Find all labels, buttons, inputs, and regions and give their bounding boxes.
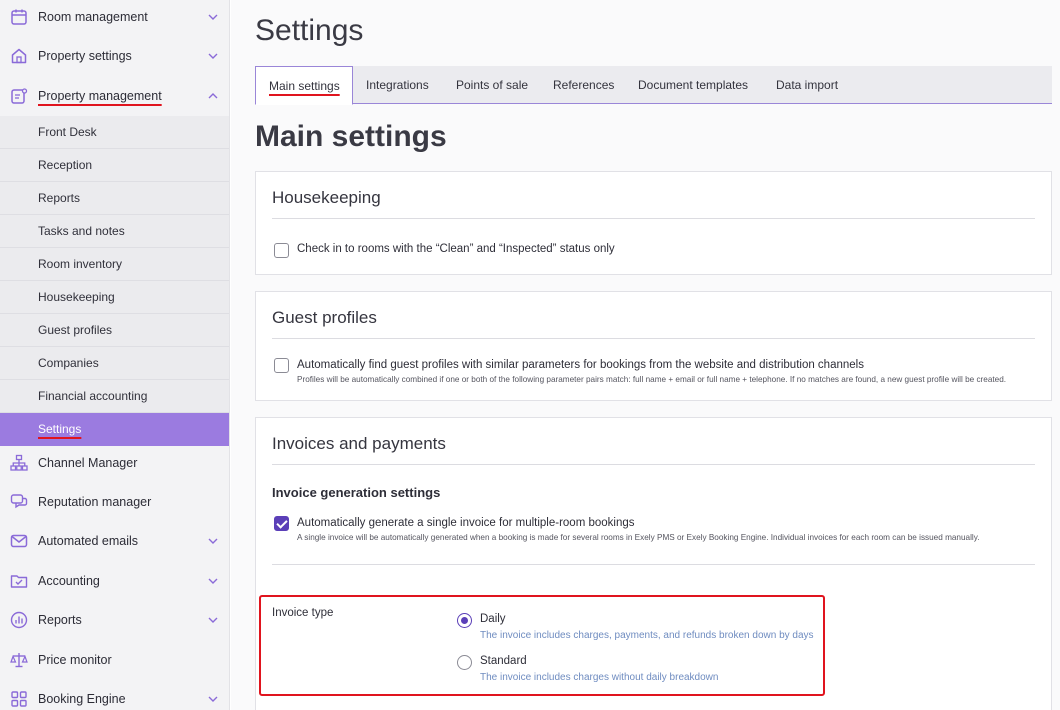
sidebar-item-room-management[interactable]: Room management: [0, 7, 229, 27]
sidebar-item-channel-manager[interactable]: Channel Manager: [0, 453, 229, 473]
tab-label: Integrations: [366, 78, 429, 92]
tab-label: Document templates: [638, 78, 749, 92]
clean-inspected-checkbox[interactable]: [274, 243, 289, 258]
auto-find-profiles-checkbox[interactable]: [274, 358, 289, 373]
house-icon: [9, 46, 29, 66]
checkbox-label: Automatically generate a single invoice …: [297, 517, 635, 529]
scales-icon: [9, 650, 29, 670]
chat-icon: [9, 492, 29, 512]
guest-profiles-card: Guest profiles Automatically find guest …: [255, 291, 1052, 401]
sidebar-subitem-settings[interactable]: Settings: [0, 413, 229, 446]
sidebar-subitem-guest-profiles[interactable]: Guest profiles: [0, 314, 229, 347]
clipboard-icon: [9, 86, 29, 106]
checkbox-label: Automatically find guest profiles with s…: [297, 359, 864, 371]
invoice-type-standard-radio[interactable]: [457, 655, 472, 670]
sidebar-subitem-label: Tasks and notes: [38, 224, 125, 238]
chevron-down-icon: [208, 694, 218, 704]
card-title: Invoices and payments: [272, 434, 446, 453]
tab-label: Points of sale: [456, 78, 529, 92]
tab-references[interactable]: References: [553, 66, 614, 104]
sidebar-item-label: Accounting: [38, 574, 100, 588]
sidebar-subitem-room-inventory[interactable]: Room inventory: [0, 248, 229, 281]
sidebar-item-booking-engine[interactable]: Booking Engine: [0, 689, 229, 709]
sidebar-item-label: Property settings: [38, 49, 132, 63]
sidebar-subitem-reports[interactable]: Reports: [0, 182, 229, 215]
chevron-down-icon: [208, 615, 218, 625]
sidebar-subitem-tasks-and-notes[interactable]: Tasks and notes: [0, 215, 229, 248]
tab-points-of-sale[interactable]: Points of sale: [456, 66, 528, 104]
checkbox-label: Check in to rooms with the “Clean” and “…: [297, 243, 615, 255]
sidebar-item-label: Channel Manager: [38, 456, 138, 470]
sidebar-subitem-label: Settings: [38, 422, 82, 436]
chevron-down-icon: [208, 576, 218, 586]
grid-icon: [9, 689, 29, 709]
tab-label: References: [553, 78, 615, 92]
tab-label: Data import: [776, 78, 839, 92]
sidebar-subitem-label: Reception: [38, 158, 93, 172]
sidebar-item-property-settings[interactable]: Property settings: [0, 46, 229, 66]
chart-icon: [9, 610, 29, 630]
chevron-down-icon: [208, 536, 218, 546]
sidebar-item-accounting[interactable]: Accounting: [0, 571, 229, 591]
sidebar-subitem-housekeeping[interactable]: Housekeeping: [0, 281, 229, 314]
divider: [272, 338, 1035, 339]
sidebar-item-label: Reputation manager: [38, 495, 152, 509]
radio-hint: The invoice includes charges without dai…: [480, 672, 719, 683]
sidebar-item-label: Booking Engine: [38, 692, 126, 706]
sidebar: Room management Property settings Proper…: [0, 0, 230, 710]
section-title: Main settings: [255, 120, 447, 153]
sidebar-subitem-label: Financial accounting: [38, 389, 148, 403]
sidebar-subitem-label: Reports: [38, 191, 81, 205]
divider: [272, 218, 1035, 219]
radio-label: Standard: [480, 655, 527, 667]
chevron-down-icon: [208, 51, 218, 61]
tab-document-templates[interactable]: Document templates: [638, 66, 748, 104]
chevron-down-icon: [208, 12, 218, 22]
tab-bar: Main settings Integrations Points of sal…: [255, 66, 1052, 105]
calendar-icon: [9, 7, 29, 27]
tab-data-import[interactable]: Data import: [776, 66, 838, 104]
card-title: Guest profiles: [272, 308, 377, 327]
radio-hint: The invoice includes charges, payments, …: [480, 630, 814, 641]
sidebar-item-automated-emails[interactable]: Automated emails: [0, 531, 229, 551]
envelope-icon: [9, 531, 29, 551]
tab-label: Main settings: [269, 79, 340, 93]
sidebar-item-label: Automated emails: [38, 534, 139, 548]
sidebar-subitem-financial-accounting[interactable]: Financial accounting: [0, 380, 229, 413]
sidebar-subitem-companies[interactable]: Companies: [0, 347, 229, 380]
single-invoice-checkbox[interactable]: [274, 516, 289, 531]
checkbox-hint: A single invoice will be automatically g…: [297, 533, 980, 542]
sidebar-subitem-reception[interactable]: Reception: [0, 149, 229, 182]
invoice-generation-heading: Invoice generation settings: [272, 485, 441, 500]
invoice-type-label: Invoice type: [272, 607, 334, 619]
sidebar-subitem-front-desk[interactable]: Front Desk: [0, 116, 229, 149]
invoice-type-daily-radio[interactable]: [457, 613, 472, 628]
tab-integrations[interactable]: Integrations: [366, 66, 429, 104]
sidebar-subitem-label: Front Desk: [38, 125, 97, 139]
main-content: Settings Main settings Integrations Poin…: [231, 0, 1060, 710]
sidebar-item-label: Price monitor: [38, 653, 112, 667]
radio-label: Daily: [480, 613, 506, 625]
sidebar-item-property-management[interactable]: Property management: [0, 86, 229, 106]
tab-main-settings[interactable]: Main settings: [255, 66, 353, 105]
sidebar-item-label: Property management: [38, 89, 162, 103]
sidebar-subitem-label: Room inventory: [38, 257, 123, 271]
sidebar-item-reputation-manager[interactable]: Reputation manager: [0, 492, 229, 512]
network-icon: [9, 453, 29, 473]
chevron-up-icon: [208, 91, 218, 101]
sidebar-subitem-label: Guest profiles: [38, 323, 113, 337]
folder-check-icon: [9, 571, 29, 591]
sidebar-item-label: Room management: [38, 10, 148, 24]
housekeeping-card: Housekeeping Check in to rooms with the …: [255, 171, 1052, 275]
divider: [272, 564, 1035, 565]
page-title: Settings: [255, 14, 364, 47]
divider: [272, 464, 1035, 465]
sidebar-subitem-label: Companies: [38, 356, 99, 370]
checkbox-hint: Profiles will be automatically combined …: [297, 375, 1007, 384]
sidebar-item-label: Reports: [38, 613, 82, 627]
card-title: Housekeeping: [272, 188, 381, 207]
sidebar-item-reports[interactable]: Reports: [0, 610, 229, 630]
sidebar-item-price-monitor[interactable]: Price monitor: [0, 650, 229, 670]
sidebar-subitem-label: Housekeeping: [38, 290, 115, 304]
